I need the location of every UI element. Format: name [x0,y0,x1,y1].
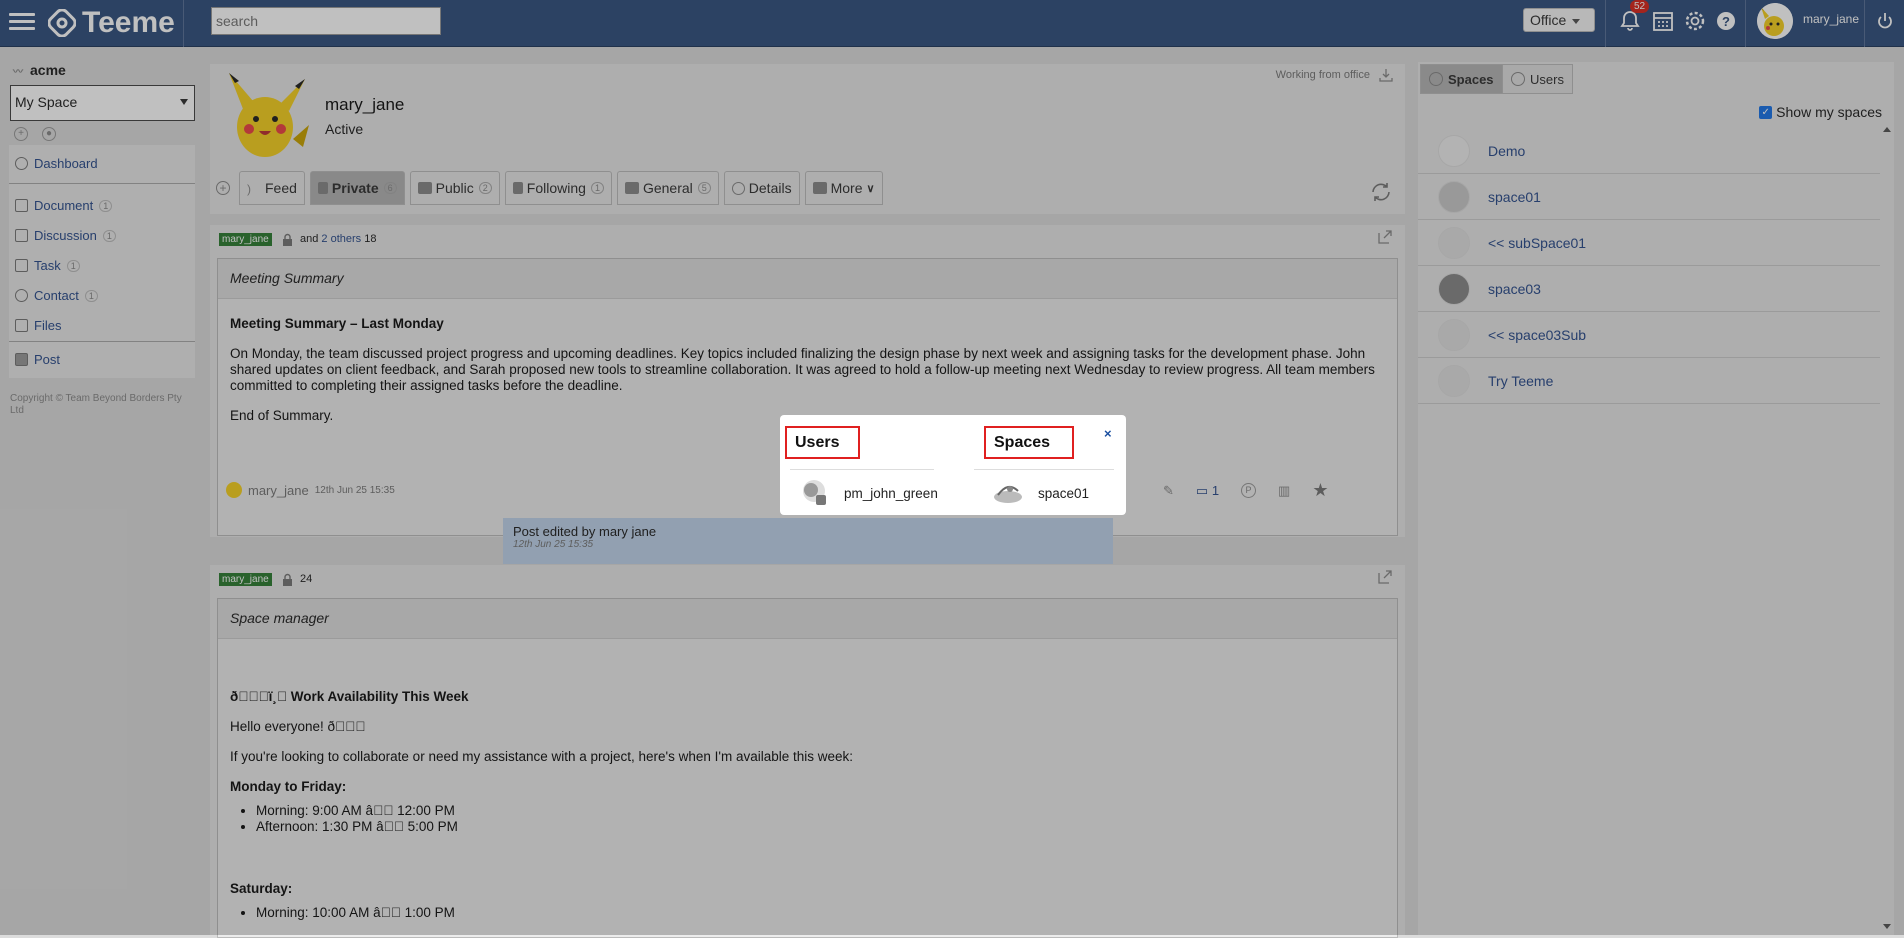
close-icon[interactable]: × [1104,426,1112,441]
space-result[interactable]: space01 [992,477,1089,509]
divider [974,469,1114,470]
divider [790,469,934,470]
user-name: pm_john_green [844,485,938,501]
user-avatar [803,480,826,505]
space-name: space01 [1038,485,1090,501]
mention-popup: Users Spaces × pm_john_green space01 [780,415,1126,515]
users-heading: Users [785,426,860,459]
spaces-heading: Spaces [984,426,1074,459]
space-avatar [994,485,1022,503]
user-result[interactable]: pm_john_green [798,477,938,509]
